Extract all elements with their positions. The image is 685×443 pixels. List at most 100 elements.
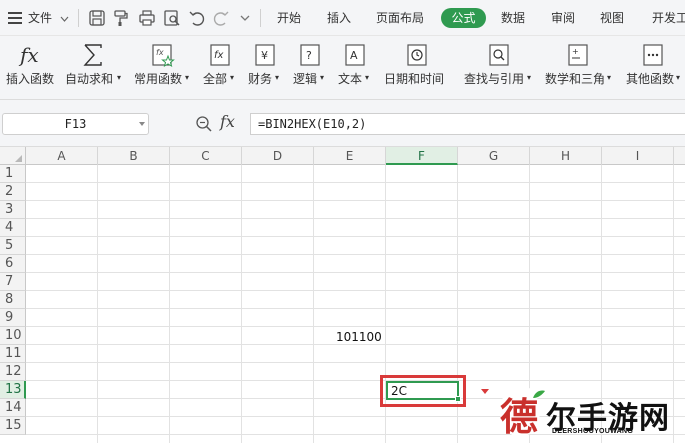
ribbon: fx 插入函数 自动求和 ▾ fx 常用函数 ▾ fx 全部 ▾ ¥ 财务 ▾ <box>0 36 685 100</box>
common-functions-label: 常用函数 <box>134 72 183 86</box>
row-header[interactable]: 11 <box>0 345 26 363</box>
text-icon: A <box>343 42 369 68</box>
column-header-g[interactable]: G <box>458 147 530 165</box>
column-header-h[interactable]: H <box>530 147 602 165</box>
menu-bar: 文件 开始 插入 页面布局 公式 数据 审阅 视图 开发工 <box>0 0 685 36</box>
row-header[interactable]: 1 <box>0 165 26 183</box>
redo-icon[interactable] <box>212 9 230 27</box>
all-functions-button[interactable]: fx 全部 ▾ <box>202 36 238 100</box>
file-menu-label: 文件 <box>28 11 53 25</box>
row-header[interactable]: 7 <box>0 273 26 291</box>
column-header-a[interactable]: A <box>26 147 98 165</box>
name-box-value: F13 <box>64 117 87 131</box>
chevron-down-icon: ▾ <box>320 73 325 82</box>
fx-icon[interactable]: fx <box>220 112 242 134</box>
print-preview-icon[interactable] <box>163 9 181 27</box>
chevron-down-icon: ▾ <box>230 73 235 82</box>
formula-input[interactable]: =BIN2HEX(E10,2) <box>250 113 685 135</box>
column-header-b[interactable]: B <box>98 147 170 165</box>
annotation-arrow-icon <box>481 389 489 394</box>
chevron-down-icon <box>60 0 69 36</box>
star-function-icon: fx <box>150 42 176 68</box>
file-menu[interactable]: 文件 <box>28 0 69 36</box>
zoom-icon[interactable] <box>195 115 213 133</box>
column-header-d[interactable]: D <box>242 147 314 165</box>
tab-review[interactable]: 审阅 <box>551 0 575 36</box>
lookup-button[interactable]: 查找与引用 ▾ <box>463 36 535 100</box>
format-painter-icon[interactable] <box>112 9 130 27</box>
select-all-button[interactable] <box>0 147 26 165</box>
column-header-e[interactable]: E <box>314 147 386 165</box>
date-time-label: 日期和时间 <box>384 72 445 86</box>
tab-home[interactable]: 开始 <box>277 0 301 36</box>
svg-text:+: + <box>572 47 579 56</box>
svg-text:fx: fx <box>18 43 39 67</box>
tab-developer[interactable]: 开发工 <box>652 0 685 36</box>
row-header[interactable]: 12 <box>0 363 26 381</box>
math-trig-button[interactable]: + 数学和三角 ▾ <box>544 36 616 100</box>
row-header[interactable]: 14 <box>0 399 26 417</box>
logic-label: 逻辑 <box>293 72 318 86</box>
save-icon[interactable] <box>88 9 106 27</box>
column-header-i[interactable]: I <box>602 147 674 165</box>
row-header[interactable]: 13 <box>0 381 26 399</box>
svg-text:¥: ¥ <box>261 49 268 62</box>
svg-text:fx: fx <box>156 48 164 57</box>
annotation-highlight-box <box>380 375 466 407</box>
undo-icon[interactable] <box>188 9 206 27</box>
row-header[interactable]: 4 <box>0 219 26 237</box>
math-icon: + <box>566 42 592 68</box>
insert-function-button[interactable]: fx 插入函数 <box>4 36 60 100</box>
other-functions-button[interactable]: 其他函数 ▾ <box>625 36 685 100</box>
insert-function-label: 插入函数 <box>6 72 55 86</box>
fx-label: fx <box>220 112 235 131</box>
chevron-down-icon: ▾ <box>527 73 532 82</box>
leaf-icon <box>532 388 546 402</box>
menu-divider <box>260 9 261 27</box>
print-icon[interactable] <box>138 9 156 27</box>
name-box[interactable]: F13 <box>2 113 149 135</box>
autosum-button[interactable]: 自动求和 ▾ <box>64 36 126 100</box>
all-functions-label: 全部 <box>203 72 228 86</box>
chevron-down-icon[interactable] <box>139 122 145 126</box>
select-all-icon <box>15 155 22 162</box>
clock-icon <box>405 42 431 68</box>
math-trig-label: 数学和三角 <box>545 72 606 86</box>
row-header[interactable]: 6 <box>0 255 26 273</box>
formula-text: =BIN2HEX(E10,2) <box>258 117 367 131</box>
lookup-label: 查找与引用 <box>464 72 525 86</box>
svg-text:?: ? <box>306 49 312 62</box>
menu-icon[interactable] <box>8 12 22 24</box>
cell-e10[interactable]: 101100 <box>336 330 382 344</box>
row-header[interactable]: 15 <box>0 417 26 435</box>
more-icon[interactable] <box>236 9 254 27</box>
chevron-down-icon: ▾ <box>365 73 370 82</box>
finance-button[interactable]: ¥ 财务 ▾ <box>247 36 283 100</box>
column-header-f[interactable]: F <box>386 147 458 165</box>
logic-icon: ? <box>298 42 324 68</box>
row-header[interactable]: 10 <box>0 327 26 345</box>
chevron-down-icon: ▾ <box>117 73 122 82</box>
tab-insert[interactable]: 插入 <box>327 0 351 36</box>
tab-data[interactable]: 数据 <box>501 0 525 36</box>
watermark-subtitle: DEERSHOUYOUWANG <box>552 428 634 435</box>
tab-page-layout[interactable]: 页面布局 <box>376 0 424 36</box>
tab-formulas[interactable]: 公式 <box>441 8 486 28</box>
date-time-button[interactable]: 日期和时间 <box>383 36 455 100</box>
column-header-c[interactable]: C <box>170 147 242 165</box>
row-header[interactable]: 8 <box>0 291 26 309</box>
row-header[interactable]: 2 <box>0 183 26 201</box>
common-functions-button[interactable]: fx 常用函数 ▾ <box>132 36 194 100</box>
fx-box-icon: fx <box>208 42 234 68</box>
text-functions-button[interactable]: A 文本 ▾ <box>337 36 373 100</box>
logic-button[interactable]: ? 逻辑 ▾ <box>292 36 328 100</box>
row-header[interactable]: 3 <box>0 201 26 219</box>
other-functions-label: 其他函数 <box>626 72 675 86</box>
svg-text:fx: fx <box>214 50 224 61</box>
row-header[interactable]: 5 <box>0 237 26 255</box>
text-functions-label: 文本 <box>338 72 363 86</box>
finance-icon: ¥ <box>253 42 279 68</box>
tab-view[interactable]: 视图 <box>600 0 624 36</box>
row-header[interactable]: 9 <box>0 309 26 327</box>
sigma-icon <box>80 42 106 68</box>
